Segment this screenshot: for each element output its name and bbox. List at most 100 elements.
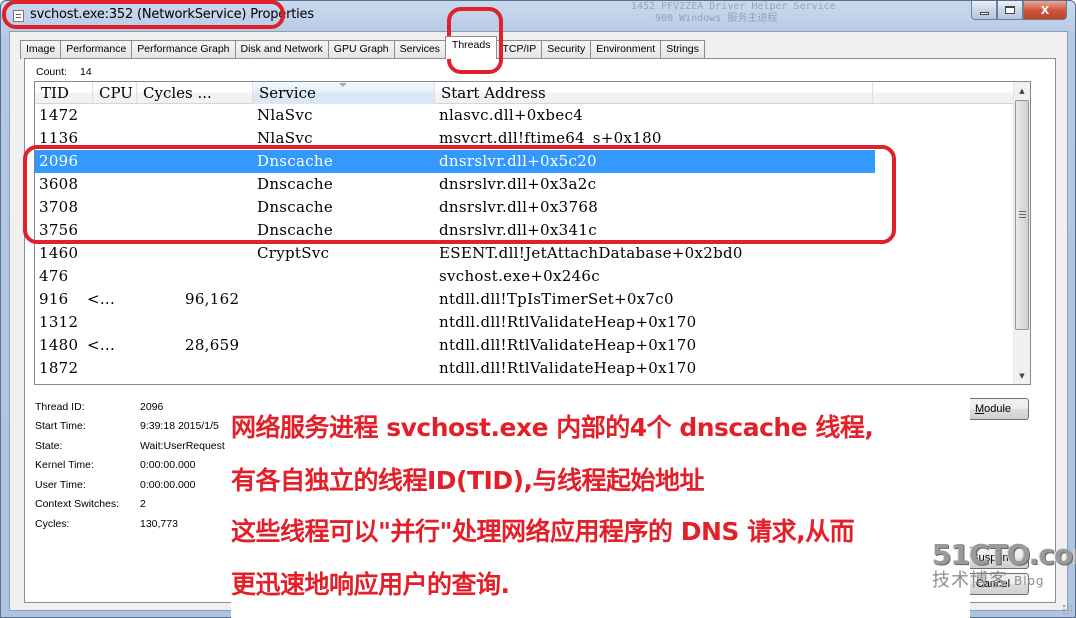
thread-count-value: 14	[80, 66, 92, 78]
background-window-text: 1452 PFV2ZEA Driver Helper Service 900 W…	[631, 1, 836, 24]
cell-start-address: dnsrslvr.dll+0x3a2c	[439, 175, 597, 193]
annotation-line-1: 网络服务进程 svchost.exe 内部的4个 dnscache 线程,	[231, 413, 874, 442]
cell-start-address: ESENT.dll!JetAttachDatabase+0x2bd0	[439, 244, 743, 262]
thread-row[interactable]: 3708 Dnscache dnsrslvr.dll+0x3768	[35, 196, 875, 219]
minimize-icon	[979, 11, 989, 15]
cell-tid: 1136	[39, 129, 79, 147]
column-header-cycles[interactable]: Cycles ...	[137, 82, 253, 104]
cell-service: NlaSvc	[257, 129, 313, 147]
cell-tid: 916	[39, 290, 69, 308]
cell-start-address: dnsrslvr.dll+0x5c20	[439, 152, 597, 170]
detail-value: 0:00:00.000	[140, 459, 196, 471]
resize-grip-icon[interactable]	[1062, 604, 1072, 614]
thread-row[interactable]: 1480 <... 28,659 ntdll.dll!RtlValidateHeap+…	[35, 334, 875, 357]
cell-service: Dnscache	[257, 175, 334, 193]
tab-strip: Image Performance Performance Graph Disk…	[20, 36, 705, 59]
column-header-service-label: Service	[259, 84, 316, 102]
title-bar[interactable]: svchost.exe:352 (NetworkService) Propert…	[1, 1, 1075, 31]
cell-service: Dnscache	[257, 152, 334, 170]
thread-count-label: Count:	[36, 66, 67, 78]
thread-row[interactable]: 1460 CryptSvc ESENT.dll!JetAttachDatabase+…	[35, 242, 875, 265]
detail-label: Context Switches:	[35, 498, 120, 510]
tab-strings[interactable]: Strings	[660, 40, 705, 59]
column-header-tid[interactable]: TID	[35, 82, 93, 104]
tab-threads[interactable]: Threads	[444, 36, 498, 59]
cell-start-address: ntdll.dll!RtlValidateHeap+0x170	[439, 382, 696, 384]
cell-start-address: ntdll.dll!RtlValidateHeap+0x170	[439, 313, 697, 331]
cell-tid: 3708	[39, 198, 79, 216]
column-header-start-address[interactable]: Start Address	[435, 82, 873, 104]
cell-tid: 1872	[39, 359, 79, 377]
thread-row[interactable]: 3756 Dnscache dnsrslvr.dll+0x341c	[35, 219, 875, 242]
close-button[interactable]: X	[1023, 1, 1067, 20]
cell-tid: 1472	[39, 106, 79, 124]
tab-gpu-graph[interactable]: GPU Graph	[327, 40, 395, 59]
detail-value: 0:00:00.000	[140, 479, 196, 491]
thread-row[interactable]: 1472 NlaSvc nlasvc.dll+0xbec4	[35, 104, 875, 127]
tab-services[interactable]: Services	[393, 40, 446, 59]
detail-label: Start Time:	[35, 420, 86, 432]
thread-row[interactable]: 1872 ntdll.dll!RtlValidateHeap+0x170	[35, 357, 875, 380]
thread-row[interactable]: 476 svchost.exe+0x246c	[35, 265, 875, 288]
thread-row[interactable]: 1312 ntdll.dll!RtlValidateHeap+0x170	[35, 311, 875, 334]
detail-label: Cycles:	[35, 518, 70, 530]
tab-tcp-ip[interactable]: TCP/IP	[496, 40, 543, 59]
column-header-service[interactable]: Service	[253, 82, 435, 104]
threads-list-scrollbar[interactable]: ▲ ▼	[1013, 82, 1030, 384]
tab-environment[interactable]: Environment	[590, 40, 662, 59]
thread-row[interactable]: 1136 NlaSvc msvcrt.dll!ftime64_s+0x180	[35, 127, 875, 150]
sort-descending-icon	[339, 83, 347, 87]
cell-cycles: 96,162	[185, 290, 240, 308]
annotation-line-2: 有各自独立的线程ID(TID),与线程起始地址	[231, 466, 705, 495]
window-controls: X	[971, 1, 1067, 20]
cell-cycles: 28,659	[185, 336, 240, 354]
annotation-line-3: 这些线程可以"并行"处理网络应用程序的 DNS 请求,从而	[231, 517, 855, 546]
thread-row-selected[interactable]: 2096 Dnscache dnsrslvr.dll+0x5c20	[35, 150, 875, 173]
annotation-overlay: 网络服务进程 svchost.exe 内部的4个 dnscache 线程, 有各…	[231, 395, 970, 618]
tab-security[interactable]: Security	[541, 40, 592, 59]
maximize-icon	[1005, 6, 1015, 14]
cell-tid: 1312	[39, 313, 79, 331]
cell-start-address: ntdll.dll!TpIsTimerSet+0x7c0	[439, 290, 674, 308]
thread-row[interactable]: 916 <... 96,162 ntdll.dll!TpIsTimerSet+0x7c…	[35, 288, 875, 311]
module-accelerator: M	[974, 403, 985, 415]
cell-start-address: dnsrslvr.dll+0x3768	[439, 198, 599, 216]
column-header-filler	[873, 82, 1014, 104]
tab-image[interactable]: Image	[20, 40, 62, 59]
scroll-down-arrow-icon[interactable]: ▼	[1014, 367, 1030, 384]
cell-service: Dnscache	[257, 221, 334, 239]
cell-start-address: ntdll.dll!RtlValidateHeap+0x170	[439, 359, 697, 377]
threads-list[interactable]: TID CPU Cycles ... Service Start Address…	[34, 81, 1031, 385]
module-label: odule	[984, 403, 1012, 415]
tab-disk-and-network[interactable]: Disk and Network	[234, 40, 329, 59]
scrollbar-grip-icon	[1019, 211, 1026, 218]
detail-label: Thread ID:	[35, 401, 85, 413]
cell-cpu: <...	[87, 336, 116, 354]
cell-service: CryptSvc	[257, 244, 330, 262]
window-title: svchost.exe:352 (NetworkService) Propert…	[30, 7, 314, 22]
minimize-button[interactable]	[971, 1, 997, 20]
column-header-cpu[interactable]: CPU	[93, 82, 137, 104]
maximize-button[interactable]	[997, 1, 1023, 20]
cell-start-address: nlasvc.dll+0xbec4	[439, 106, 584, 124]
detail-value: 9:39:18 2015/1/5	[140, 420, 219, 432]
thread-row[interactable]: 3608 Dnscache dnsrslvr.dll+0x3a2c	[35, 173, 875, 196]
cell-tid: 1480	[39, 336, 79, 354]
cell-start-address: dnsrslvr.dll+0x341c	[439, 221, 597, 239]
cell-start-address: msvcrt.dll!ftime64_s+0x180	[439, 129, 662, 147]
window-app-icon	[13, 10, 24, 22]
detail-label: Kernel Time:	[35, 459, 94, 471]
scroll-up-arrow-icon[interactable]: ▲	[1014, 82, 1030, 99]
cell-tid: 2096	[39, 152, 79, 170]
scrollbar-thumb[interactable]	[1015, 100, 1029, 330]
detail-value: 2096	[140, 401, 164, 413]
detail-label: State:	[35, 440, 63, 452]
detail-label: User Time:	[35, 479, 86, 491]
detail-value: 130,773	[140, 518, 178, 530]
cell-cpu: <...	[87, 290, 116, 308]
cell-tid: 3756	[39, 221, 79, 239]
cell-tid: 3608	[39, 175, 79, 193]
tab-performance[interactable]: Performance	[60, 40, 133, 59]
thread-row[interactable]: 796 ntdll.dll!RtlValidateHeap+0x170	[35, 380, 875, 384]
tab-performance-graph[interactable]: Performance Graph	[131, 40, 236, 59]
